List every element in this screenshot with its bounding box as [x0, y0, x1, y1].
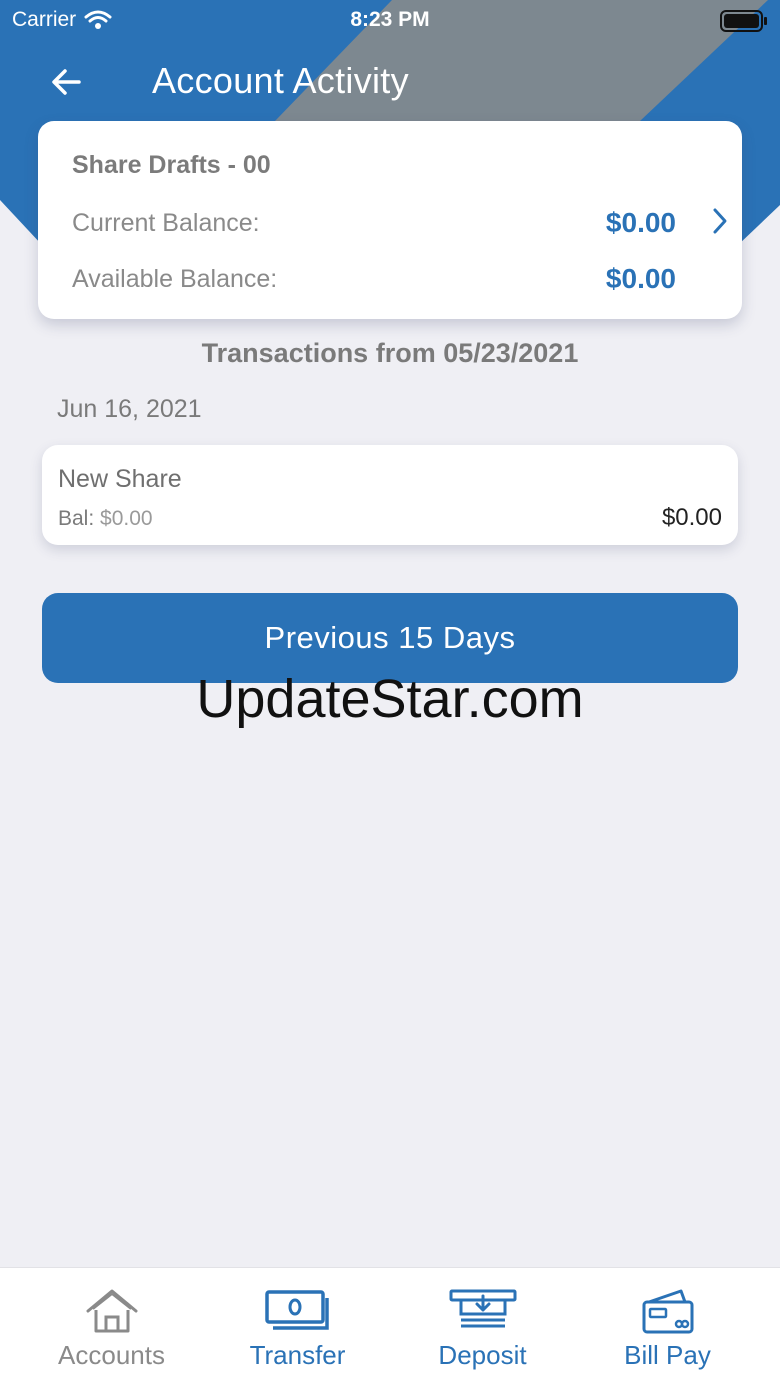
transaction-amount: $0.00	[661, 504, 722, 531]
transaction-description: New Share	[58, 465, 182, 493]
tab-accounts-label: Accounts	[58, 1340, 165, 1370]
transaction-row[interactable]: New Share Bal: $0.00 $0.00	[42, 445, 738, 545]
status-bar: Carrier 8:23 PM	[0, 0, 780, 40]
tab-deposit-label: Deposit	[438, 1340, 527, 1370]
tab-transfer[interactable]: Transfer	[200, 1268, 395, 1387]
bill-pay-icon	[642, 1289, 693, 1334]
home-icon	[86, 1289, 137, 1333]
transaction-balance-value: $0.00	[100, 507, 153, 530]
available-balance-value: $0.00	[605, 263, 676, 294]
tab-bar: Accounts Transfer Deposit Bill Pay	[0, 1267, 780, 1387]
page-title: Account Activity	[152, 60, 409, 101]
current-balance-value: $0.00	[605, 207, 676, 238]
transaction-balance: Bal: $0.00	[58, 507, 153, 531]
money-transfer-icon	[264, 1290, 329, 1330]
current-balance-label: Current Balance:	[72, 209, 260, 237]
navigation-bar: Account Activity	[0, 50, 780, 114]
deposit-icon	[449, 1289, 516, 1328]
available-balance-label: Available Balance:	[72, 265, 278, 293]
tab-deposit[interactable]: Deposit	[385, 1268, 580, 1387]
back-arrow-icon	[52, 69, 81, 95]
chevron-right-icon[interactable]	[712, 207, 728, 235]
transaction-date-header: Jun 16, 2021	[57, 395, 202, 423]
account-balance-card[interactable]: Share Drafts - 00 Current Balance: $0.00…	[38, 121, 742, 319]
transaction-balance-label: Bal:	[58, 507, 95, 530]
back-button[interactable]	[44, 60, 88, 104]
account-name: Share Drafts - 00	[72, 151, 271, 179]
status-time: 8:23 PM	[350, 8, 430, 31]
tab-bill-pay-label: Bill Pay	[624, 1340, 711, 1370]
battery-icon	[720, 10, 767, 32]
transactions-range-title: Transactions from 05/23/2021	[201, 338, 579, 368]
tab-bill-pay[interactable]: Bill Pay	[570, 1268, 765, 1387]
tab-accounts[interactable]: Accounts	[14, 1268, 209, 1387]
watermark-text: UpdateStar.com	[196, 669, 584, 729]
tab-transfer-label: Transfer	[249, 1340, 346, 1370]
